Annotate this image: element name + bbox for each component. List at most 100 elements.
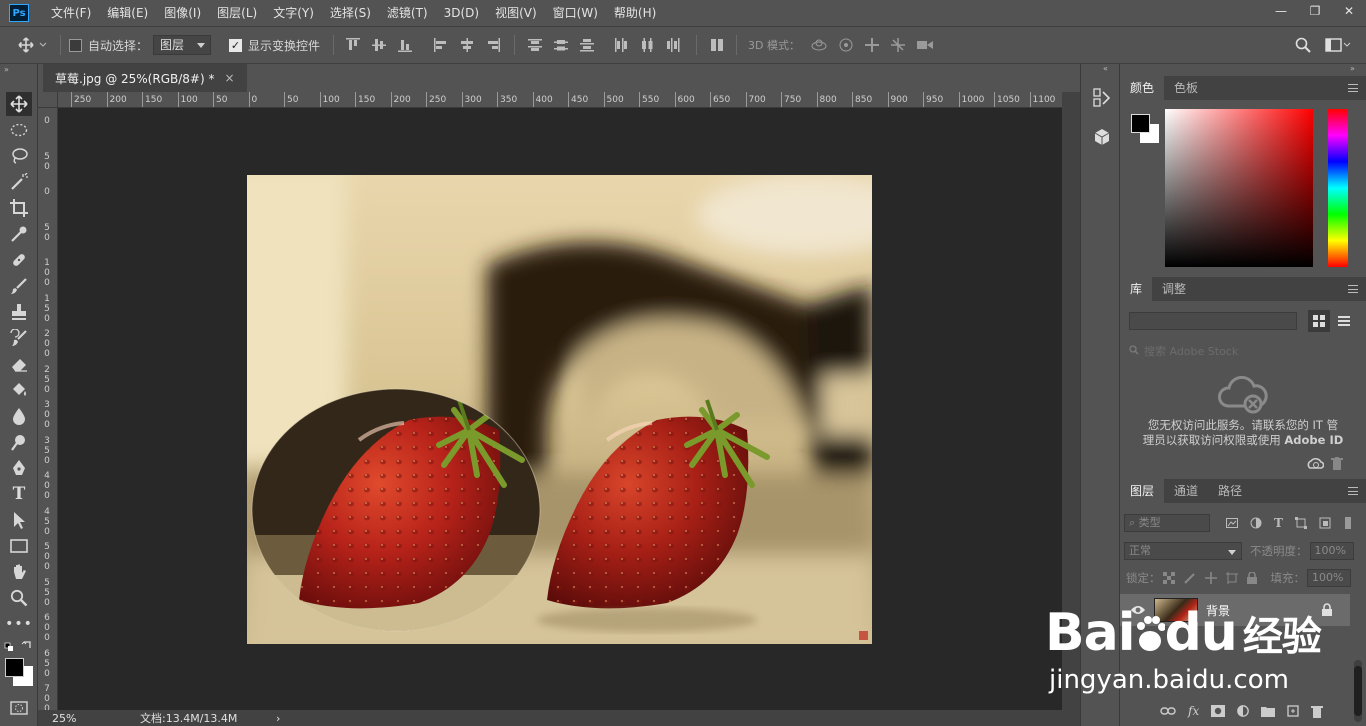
- type-tool[interactable]: T: [6, 482, 32, 506]
- blend-mode-dropdown[interactable]: 正常: [1124, 542, 1242, 560]
- history-panel-icon[interactable]: [1093, 88, 1111, 108]
- pen-tool[interactable]: [6, 456, 32, 480]
- tab-layers[interactable]: 图层: [1120, 479, 1165, 503]
- 3d-roll-icon[interactable]: [838, 37, 854, 53]
- zoom-level[interactable]: 25%: [52, 712, 112, 725]
- align-bottom-icon[interactable]: [398, 38, 412, 52]
- layer-fx-icon[interactable]: fx: [1188, 704, 1199, 718]
- edit-toolbar-button[interactable]: •••: [5, 612, 32, 636]
- menu-type[interactable]: 文字(Y): [265, 0, 322, 26]
- ruler-origin[interactable]: [38, 92, 58, 108]
- layers-scrollbar[interactable]: [1354, 660, 1362, 722]
- close-tab-icon[interactable]: ×: [224, 71, 234, 85]
- align-hcenter-icon[interactable]: [460, 38, 474, 52]
- adobe-id-link[interactable]: Adobe ID: [1284, 433, 1343, 447]
- menu-layer[interactable]: 图层(L): [209, 0, 265, 26]
- healing-brush-tool[interactable]: [6, 248, 32, 272]
- delete-layer-icon[interactable]: [1311, 705, 1324, 718]
- lock-artboard-icon[interactable]: [1225, 572, 1238, 584]
- hand-tool[interactable]: [6, 560, 32, 584]
- canvas-area[interactable]: [59, 108, 1062, 710]
- new-group-icon[interactable]: [1261, 705, 1276, 717]
- tab-libraries[interactable]: 库: [1120, 277, 1153, 301]
- menu-file[interactable]: 文件(F): [43, 0, 99, 26]
- filter-toggle[interactable]: [1344, 517, 1351, 529]
- zoom-tool[interactable]: [6, 586, 32, 610]
- status-menu-arrow[interactable]: ›: [276, 712, 280, 725]
- tab-adjustments[interactable]: 调整: [1152, 277, 1196, 301]
- menu-help[interactable]: 帮助(H): [606, 0, 664, 26]
- align-left-icon[interactable]: [434, 38, 448, 52]
- collapse-tools-icon[interactable]: »: [4, 65, 9, 74]
- marquee-tool[interactable]: [6, 118, 32, 142]
- align-right-icon[interactable]: [486, 38, 500, 52]
- library-panel-menu-icon[interactable]: [1348, 285, 1358, 293]
- tab-paths[interactable]: 路径: [1208, 479, 1252, 503]
- cc-sync-icon[interactable]: [1306, 457, 1324, 471]
- show-transform-option[interactable]: ✓ 显示变换控件: [229, 27, 320, 63]
- tab-color[interactable]: 颜色: [1120, 76, 1165, 100]
- fill-input[interactable]: 100%: [1307, 569, 1351, 587]
- move-tool[interactable]: [6, 92, 32, 116]
- lock-pixels-icon[interactable]: [1183, 572, 1196, 584]
- menu-filter[interactable]: 滤镜(T): [379, 0, 436, 26]
- distribute-vcenter-icon[interactable]: [554, 38, 568, 52]
- lasso-tool[interactable]: [6, 144, 32, 168]
- 3d-scale-icon[interactable]: [916, 37, 934, 53]
- default-swap-colors[interactable]: [4, 640, 34, 652]
- dodge-tool[interactable]: [6, 430, 32, 454]
- close-button[interactable]: ✕: [1332, 0, 1366, 22]
- layers-panel-menu-icon[interactable]: [1348, 487, 1358, 495]
- auto-select-option[interactable]: 自动选择：: [69, 27, 148, 63]
- quick-mask-button[interactable]: [6, 696, 32, 720]
- eyedropper-tool[interactable]: [6, 222, 32, 246]
- filter-pixel-icon[interactable]: [1226, 518, 1238, 528]
- collapse-dock-icon[interactable]: «: [1103, 64, 1108, 73]
- library-trash-icon[interactable]: [1331, 457, 1343, 470]
- tab-swatches[interactable]: 色板: [1164, 76, 1208, 100]
- add-mask-icon[interactable]: [1211, 705, 1226, 717]
- blur-tool[interactable]: [6, 404, 32, 428]
- new-adjustment-icon[interactable]: [1237, 705, 1250, 717]
- 3d-pan-icon[interactable]: [864, 37, 880, 53]
- document-tab[interactable]: 草莓.jpg @ 25%(RGB/8#) * ×: [43, 64, 247, 92]
- search-icon[interactable]: [1295, 37, 1311, 53]
- stock-search-input[interactable]: 搜索 Adobe Stock: [1144, 343, 1238, 359]
- auto-select-checkbox[interactable]: [69, 38, 82, 52]
- opacity-input[interactable]: 100%: [1309, 542, 1354, 560]
- minimize-button[interactable]: —: [1264, 0, 1298, 22]
- move-tool-preset[interactable]: [18, 27, 48, 63]
- 3d-panel-icon[interactable]: [1093, 128, 1111, 146]
- align-vcenter-icon[interactable]: [372, 38, 386, 52]
- history-brush-tool[interactable]: [6, 326, 32, 350]
- horizontal-ruler[interactable]: 250 200 150 100 50 0 50 100 150 200 250 300 350 400 45…: [58, 92, 1062, 108]
- magic-wand-tool[interactable]: [6, 170, 32, 194]
- distribute-hcenter-icon[interactable]: [640, 38, 654, 52]
- 3d-orbit-icon[interactable]: [810, 37, 828, 53]
- eraser-tool[interactable]: [6, 352, 32, 376]
- clone-stamp-tool[interactable]: [6, 300, 32, 324]
- auto-select-target-dropdown[interactable]: 图层: [153, 35, 211, 55]
- auto-align-icon[interactable]: [710, 38, 724, 52]
- color-panel-menu-icon[interactable]: [1348, 84, 1358, 92]
- restore-button[interactable]: ❐: [1298, 0, 1332, 22]
- vertical-ruler[interactable]: 0500501001502002503003504004505005506006…: [38, 108, 58, 710]
- menu-3d[interactable]: 3D(D): [436, 0, 487, 26]
- new-layer-icon[interactable]: [1287, 705, 1299, 717]
- align-top-icon[interactable]: [346, 38, 360, 52]
- paint-bucket-tool[interactable]: [6, 378, 32, 402]
- 3d-slide-icon[interactable]: [890, 37, 906, 53]
- crop-tool[interactable]: [6, 196, 32, 220]
- lock-position-icon[interactable]: [1204, 572, 1217, 584]
- list-view-icon[interactable]: [1338, 315, 1350, 327]
- layer-filter-dropdown[interactable]: ⌕ 类型: [1124, 514, 1210, 532]
- filter-adjustment-icon[interactable]: [1250, 517, 1262, 529]
- library-dropdown[interactable]: [1129, 312, 1297, 330]
- menu-window[interactable]: 窗口(W): [545, 0, 606, 26]
- distribute-right-icon[interactable]: [666, 38, 680, 52]
- hue-slider[interactable]: [1328, 109, 1348, 267]
- color-picker-field[interactable]: [1165, 109, 1313, 267]
- brush-tool[interactable]: [6, 274, 32, 298]
- menu-edit[interactable]: 编辑(E): [99, 0, 156, 26]
- distribute-bottom-icon[interactable]: [580, 38, 594, 52]
